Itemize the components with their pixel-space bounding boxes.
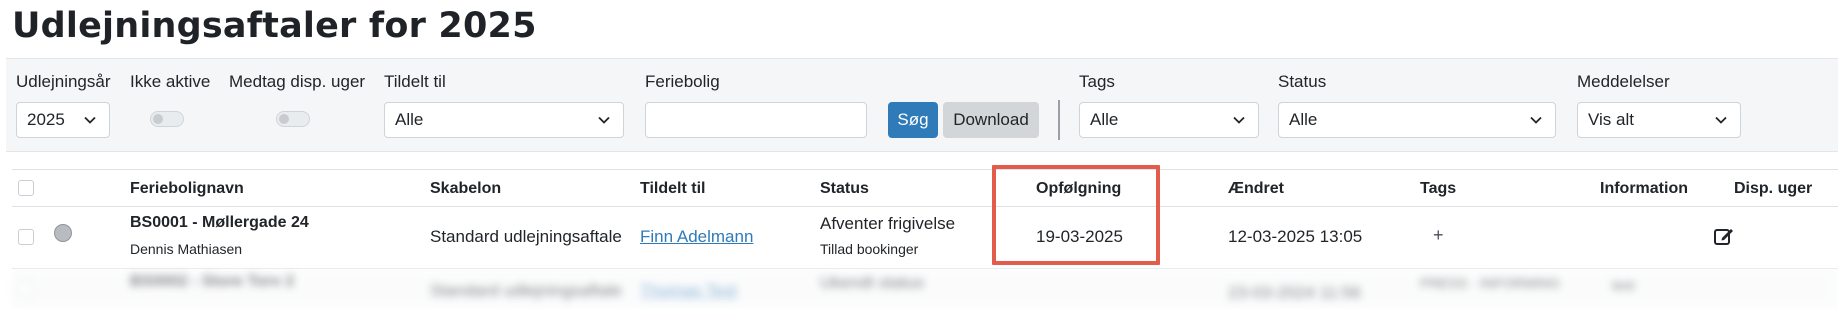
inactive-label: Ikke aktive: [130, 72, 211, 91]
assigned-select[interactable]: Alle: [384, 102, 624, 138]
row-checkbox[interactable]: [18, 281, 34, 297]
holiday-home-name: BS0002 - Store Torv 2: [130, 273, 295, 290]
status-select[interactable]: Alle: [1278, 102, 1556, 138]
edit-icon[interactable]: [1713, 225, 1735, 247]
chevron-down-icon: [84, 116, 96, 124]
followup-highlight-box: [992, 165, 1160, 265]
tags-label: Tags: [1079, 72, 1115, 91]
tags-select-value: Alle: [1090, 110, 1119, 129]
chevron-down-icon: [598, 116, 610, 124]
table-row[interactable]: BS0001 - Møllergade 24 Dennis Mathiasen …: [12, 207, 1838, 269]
column-header[interactable]: Status: [820, 180, 869, 198]
agreements-table: Feriebolignavn Skabelon Tildelt til Stat…: [12, 169, 1838, 309]
status-subtext: Tillad bookinger: [820, 241, 919, 257]
inactive-toggle[interactable]: [150, 111, 184, 127]
year-label: Udlejningsår: [16, 72, 111, 91]
column-header[interactable]: Disp. uger: [1734, 180, 1812, 198]
column-header[interactable]: Ændret: [1228, 180, 1284, 198]
column-header[interactable]: Skabelon: [430, 180, 501, 198]
messages-select-value: Vis alt: [1588, 110, 1634, 129]
search-button[interactable]: Søg: [888, 102, 938, 138]
year-select-value: 2025: [27, 110, 65, 129]
download-button[interactable]: Download: [943, 102, 1039, 138]
assigned-user-link[interactable]: Thomas Test: [640, 281, 737, 301]
holiday-home-input[interactable]: [645, 102, 867, 138]
year-select[interactable]: 2025: [16, 102, 110, 138]
disp-weeks-label: Medtag disp. uger: [229, 72, 366, 91]
column-header[interactable]: Feriebolignavn: [130, 180, 244, 198]
page-title: Udlejningsaftaler for 2025: [12, 6, 537, 46]
holiday-home-label: Feriebolig: [645, 72, 720, 91]
column-header[interactable]: Tildelt til: [640, 180, 705, 198]
messages-label: Meddelelser: [1577, 72, 1670, 91]
assigned-user-link[interactable]: Finn Adelmann: [640, 227, 753, 247]
holiday-home-name: BS0001 - Møllergade 24: [130, 214, 309, 231]
tags-select[interactable]: Alle: [1079, 102, 1259, 138]
template-name: Standard udlejningsaftale: [430, 227, 622, 246]
table-header: Feriebolignavn Skabelon Tildelt til Stat…: [12, 169, 1838, 207]
disp-weeks-toggle[interactable]: [276, 111, 310, 127]
information-text: test: [1612, 277, 1635, 293]
status-text: Ukendt status: [820, 273, 924, 292]
chevron-down-icon: [1233, 116, 1245, 124]
status-label: Status: [1278, 72, 1327, 91]
add-tag-button[interactable]: +: [1433, 225, 1444, 246]
changed-date: 12-03-2025 13:05: [1228, 227, 1363, 246]
column-header[interactable]: Tags: [1420, 180, 1456, 198]
table-row[interactable]: BS0002 - Store Torv 2 Standard udlejning…: [12, 269, 1838, 309]
chevron-down-icon: [1530, 116, 1542, 124]
select-all-checkbox[interactable]: [18, 180, 34, 196]
status-select-value: Alle: [1289, 110, 1318, 129]
tag-badges: PRESS · INFORMING: [1420, 275, 1561, 291]
status-indicator: [54, 224, 72, 242]
assigned-select-value: Alle: [395, 110, 424, 129]
column-header[interactable]: Information: [1600, 180, 1688, 198]
divider: [1058, 100, 1060, 140]
messages-select[interactable]: Vis alt: [1577, 102, 1741, 138]
owner-name: Dennis Mathiasen: [130, 241, 243, 257]
status-text: Afventer frigivelse: [820, 214, 956, 233]
row-checkbox[interactable]: [18, 229, 34, 245]
changed-date: 23-03-2024 11:56: [1228, 283, 1361, 302]
template-name: Standard udlejningsaftale: [430, 281, 622, 300]
chevron-down-icon: [1715, 116, 1727, 124]
assigned-label: Tildelt til: [384, 72, 446, 91]
